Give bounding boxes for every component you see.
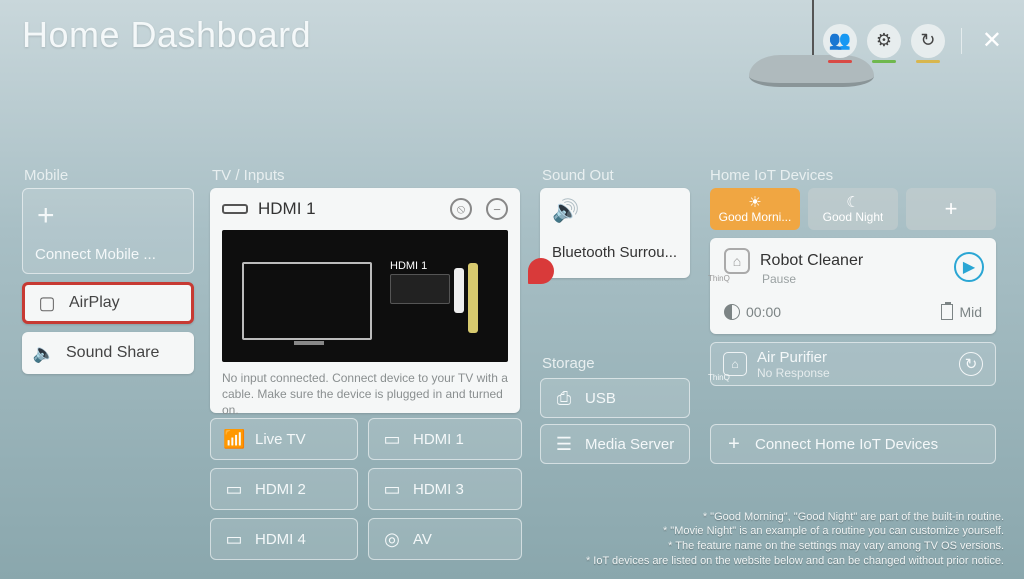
airplay-button[interactable]: ▢ AirPlay <box>22 282 194 324</box>
plus-icon: + <box>37 201 55 231</box>
hdmi-icon: ▭ <box>381 479 403 500</box>
air-purifier-name: Air Purifier <box>757 349 830 366</box>
sound-out-device: Bluetooth Surrou... <box>552 244 678 261</box>
close-button[interactable]: ✕ <box>978 22 1006 59</box>
refresh-icon: ↻ <box>965 355 978 373</box>
input-av[interactable]: ◎ AV <box>368 518 522 560</box>
hdmi-icon: ▭ <box>381 429 403 450</box>
section-tvinputs: TV / Inputs <box>212 167 285 184</box>
plus-icon: + <box>723 434 745 454</box>
section-iot: Home IoT Devices <box>710 167 833 184</box>
header-icons: 👥 ⚙ ↻ ✕ <box>823 22 1006 59</box>
input-remove-button[interactable]: − <box>486 198 508 220</box>
connect-iot-button[interactable]: + Connect Home IoT Devices <box>710 424 996 464</box>
input-live-tv[interactable]: 📶 Live TV <box>210 418 358 460</box>
server-icon: ☰ <box>553 434 575 455</box>
input-hdmi-1[interactable]: ▭ HDMI 1 <box>368 418 522 460</box>
footnote-line: * "Movie Night" is an example of a routi… <box>586 524 1004 539</box>
robot-name: Robot Cleaner <box>760 252 863 270</box>
speaker-icon: 🔊 <box>552 198 678 224</box>
input-label: HDMI 1 <box>413 431 464 448</box>
airplay-label: AirPlay <box>69 294 120 312</box>
plus-icon: + <box>945 196 958 222</box>
tv-preview: HDMI 1 <box>222 230 508 362</box>
storage-media-server[interactable]: ☰ Media Server <box>540 424 690 464</box>
page-title: Home Dashboard <box>22 14 311 56</box>
thinq-icon: ⌂ThinQ <box>724 248 750 274</box>
battery-icon <box>941 304 953 320</box>
speaker-icon: 🔈 <box>30 343 58 364</box>
footnotes: * "Good Morning", "Good Night" are part … <box>586 510 1004 569</box>
section-mobile: Mobile <box>24 167 68 184</box>
usb-icon: ⎙ <box>553 388 575 409</box>
air-purifier-status: No Response <box>757 366 830 380</box>
footnote-line: * IoT devices are listed on the website … <box>586 554 1004 569</box>
sun-icon: ☀ <box>748 195 761 210</box>
refresh-icon: ↻ <box>920 30 935 51</box>
footnote-line: * "Good Morning", "Good Night" are part … <box>586 510 1004 525</box>
section-soundout: Sound Out <box>542 167 614 184</box>
input-label: HDMI 4 <box>255 531 306 548</box>
storage-usb[interactable]: ⎙ USB <box>540 378 690 418</box>
sound-share-button[interactable]: 🔈 Sound Share <box>22 332 194 374</box>
input-label: AV <box>413 531 432 548</box>
robot-time: 00:00 <box>746 304 781 320</box>
input-hdmi-3[interactable]: ▭ HDMI 3 <box>368 468 522 510</box>
input-label: HDMI 2 <box>255 481 306 498</box>
lamp-shade <box>749 55 874 87</box>
progress-icon <box>724 304 740 320</box>
separator <box>961 28 962 54</box>
airplay-icon: ▢ <box>33 293 61 314</box>
user-manage-button[interactable]: 👥 <box>823 24 857 58</box>
tv-active-input: HDMI 1 <box>258 199 436 219</box>
tv-input-card[interactable]: HDMI 1 ⦸ − HDMI 1 No input connected. Co… <box>210 188 520 413</box>
robot-battery: Mid <box>959 304 982 320</box>
av-icon: ◎ <box>381 529 403 550</box>
footnote-line: * The feature name on the settings may v… <box>586 539 1004 554</box>
routine-add[interactable]: + <box>906 188 996 230</box>
play-icon: ▶ <box>963 257 975 277</box>
robot-play-button[interactable]: ▶ <box>954 252 984 282</box>
input-hdmi-2[interactable]: ▭ HDMI 2 <box>210 468 358 510</box>
close-icon: ✕ <box>982 27 1002 54</box>
input-label: Live TV <box>255 431 306 448</box>
routine-label: Good Morni... <box>719 210 792 224</box>
iot-robot-card[interactable]: ⌂ThinQ Robot Cleaner Pause ▶ 00:00 Mid <box>710 238 996 334</box>
sound-share-label: Sound Share <box>66 344 159 362</box>
robot-status: Pause <box>762 272 982 286</box>
connect-mobile-label: Connect Mobile ... <box>35 246 156 263</box>
cursor-pointer-icon <box>528 258 554 284</box>
preview-hdmi-label: HDMI 1 <box>390 260 427 272</box>
storage-label: Media Server <box>585 436 674 453</box>
air-purifier-refresh[interactable]: ↻ <box>959 352 983 376</box>
settings-button[interactable]: ⚙ <box>867 24 901 58</box>
connect-mobile-tile[interactable]: + Connect Mobile ... <box>22 188 194 274</box>
tv-warning-text: No input connected. Connect device to yo… <box>222 370 508 419</box>
storage-label: USB <box>585 390 616 407</box>
connect-iot-label: Connect Home IoT Devices <box>755 436 938 453</box>
hdmi-icon <box>222 204 248 214</box>
thinq-icon: ⌂ThinQ <box>723 352 747 376</box>
sound-out-card[interactable]: 🔊 Bluetooth Surrou... <box>540 188 690 278</box>
routine-good-morning[interactable]: ☀ Good Morni... <box>710 188 800 230</box>
user-icon: 👥 <box>829 30 851 51</box>
moon-icon: ☾ <box>846 195 859 210</box>
section-storage: Storage <box>542 355 595 372</box>
gear-icon: ⚙ <box>876 30 892 51</box>
routine-good-night[interactable]: ☾ Good Night <box>808 188 898 230</box>
input-diagnostics-button[interactable]: ⦸ <box>450 198 472 220</box>
hdmi-icon: ▭ <box>223 529 245 550</box>
antenna-icon: 📶 <box>223 429 245 450</box>
hdmi-icon: ▭ <box>223 479 245 500</box>
input-label: HDMI 3 <box>413 481 464 498</box>
refresh-button[interactable]: ↻ <box>911 24 945 58</box>
iot-air-purifier[interactable]: ⌂ThinQ Air Purifier No Response ↻ <box>710 342 996 386</box>
routine-label: Good Night <box>823 210 884 224</box>
input-hdmi-4[interactable]: ▭ HDMI 4 <box>210 518 358 560</box>
